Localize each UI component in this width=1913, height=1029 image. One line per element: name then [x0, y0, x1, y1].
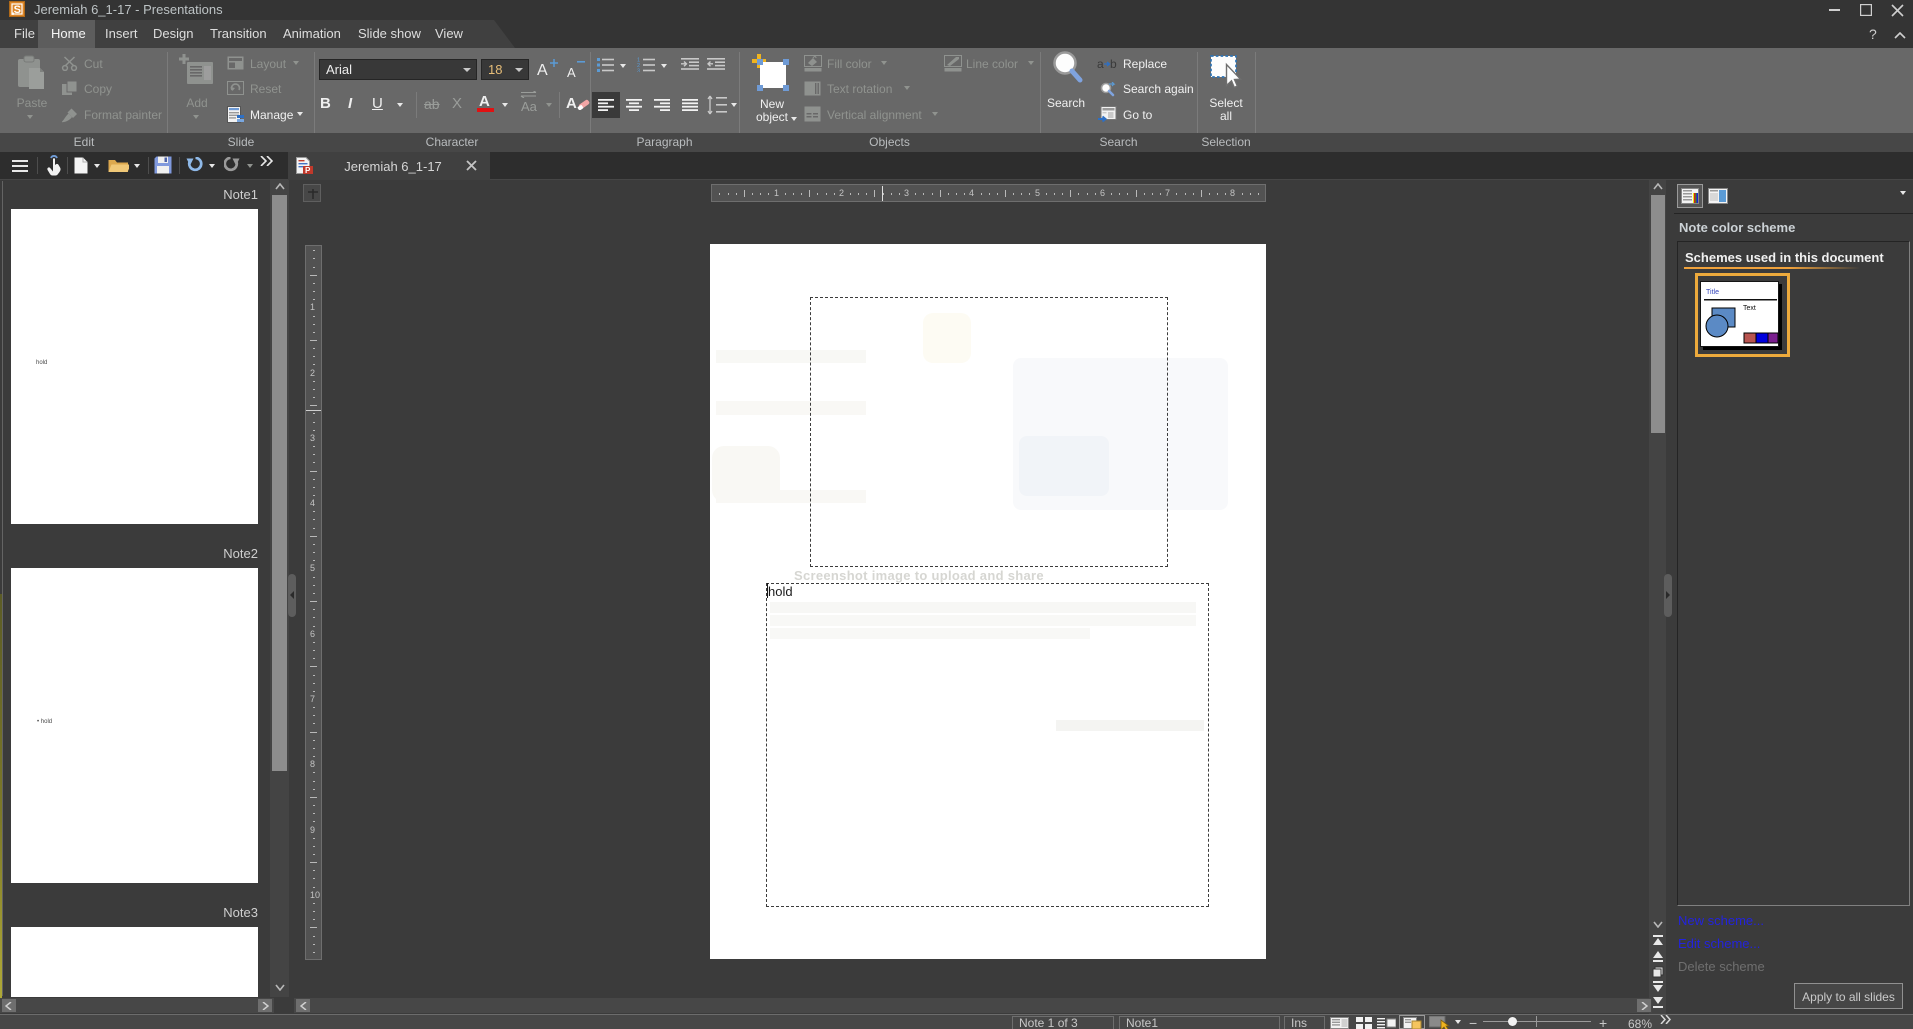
svg-text:P: P: [305, 166, 311, 174]
svg-text:b: b: [1110, 58, 1117, 70]
svg-text:Title: Title: [1706, 289, 1719, 296]
svg-text:3: 3: [637, 69, 640, 72]
svg-text:S: S: [14, 4, 21, 16]
svg-text:Text: Text: [1743, 305, 1756, 312]
svg-text:a: a: [1097, 58, 1104, 70]
